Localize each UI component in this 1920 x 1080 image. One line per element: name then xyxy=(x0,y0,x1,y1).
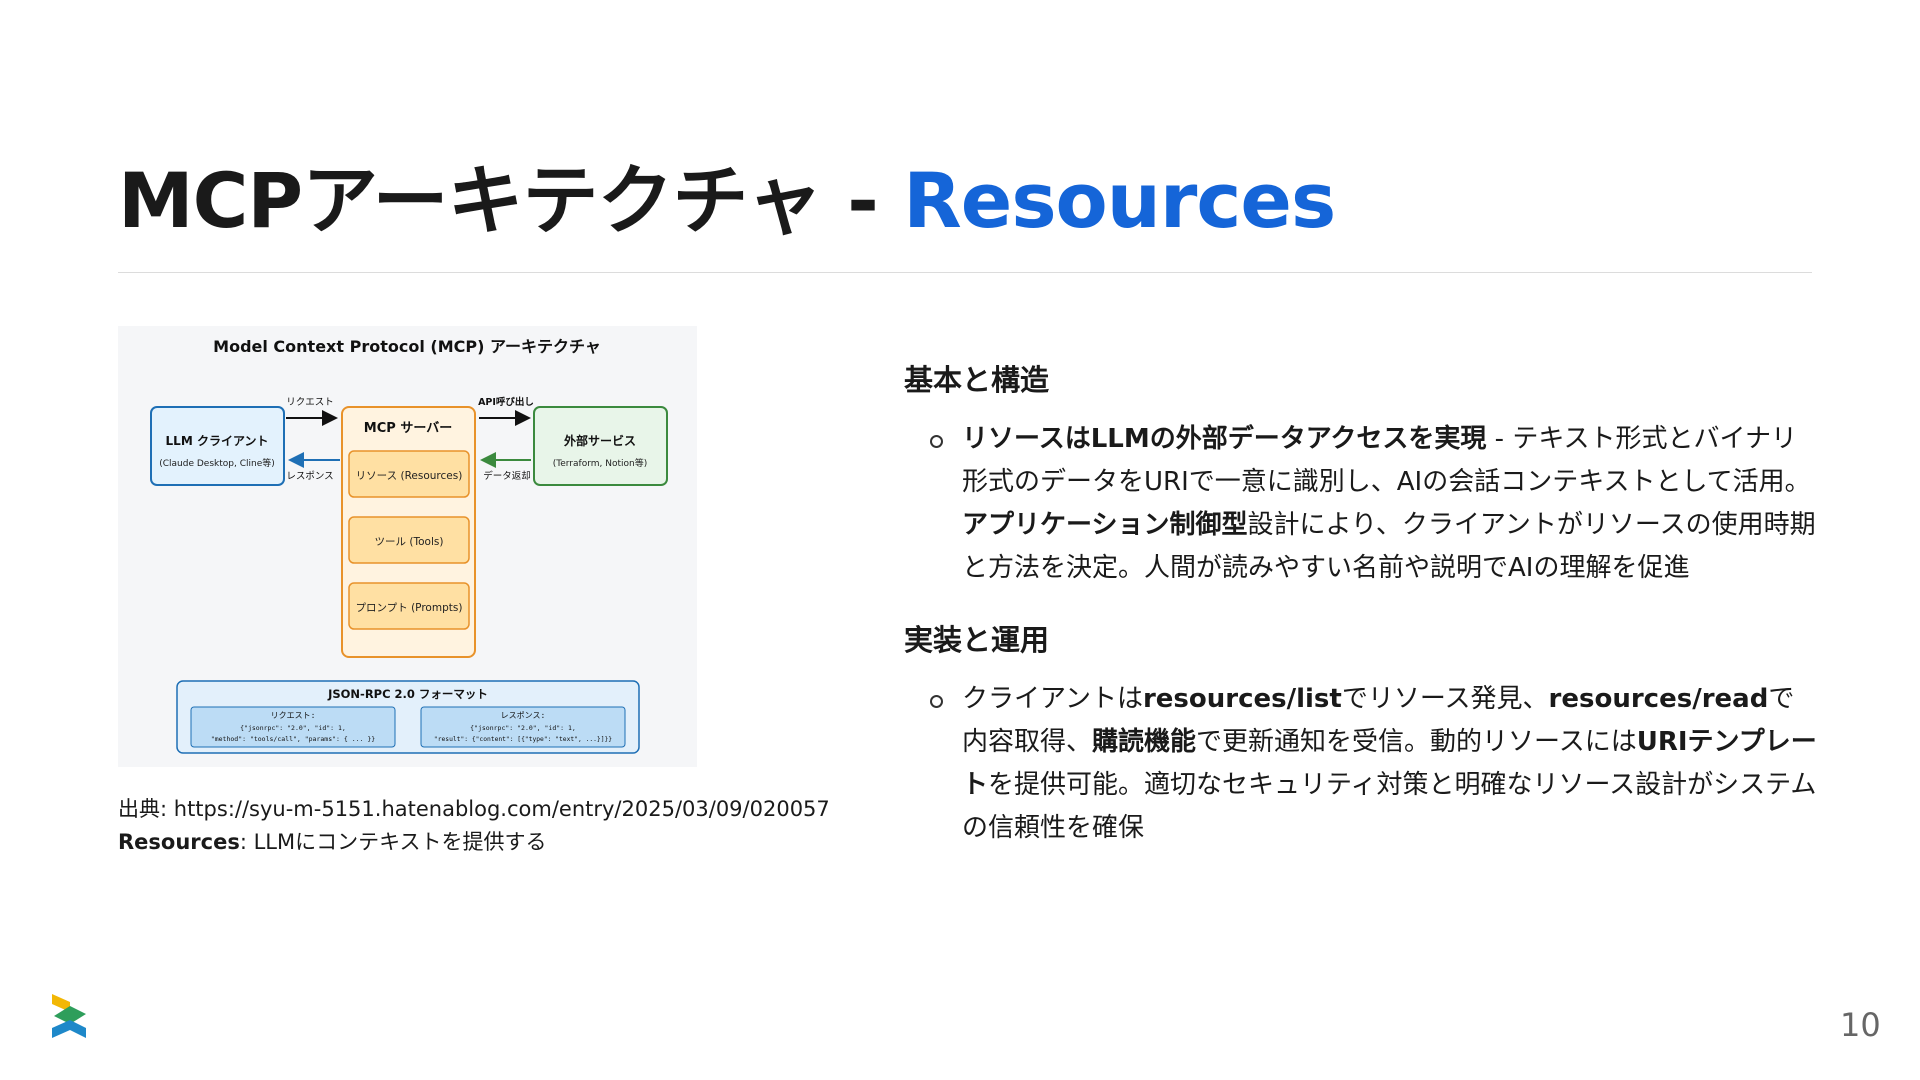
impl-bold-3: 購読機能 xyxy=(1092,727,1197,757)
api-call-label: API呼び出し xyxy=(478,396,534,408)
impl-text-1: クライアントは xyxy=(962,684,1143,714)
section-implementation-list: クライアントはresources/listでリソース発見、resources/r… xyxy=(904,678,1819,850)
caption-resources-line: Resources: LLMにコンテキストを提供する xyxy=(118,826,830,859)
impl-text-5: を提供可能。適切なセキュリティ対策と明確なリソース設計がシステムの信頼性を確保 xyxy=(962,770,1817,843)
mcp-server-title: MCP サーバー xyxy=(364,421,452,436)
jsonrpc-request-line2: "method": "tools/call", "params": { ... … xyxy=(211,735,375,743)
external-subtitle: (Terraform, Notion等) xyxy=(553,457,647,469)
section-heading-basics: 基本と構造 xyxy=(904,363,1050,397)
llm-client-subtitle: (Claude Desktop, Cline等) xyxy=(159,457,275,469)
diagram-title: Model Context Protocol (MCP) アーキテクチャ xyxy=(213,337,601,356)
title-accent: Resources xyxy=(903,156,1336,245)
jsonrpc-response-line2: "result": {"content": [{"type": "text", … xyxy=(434,736,612,743)
request-label: リクエスト xyxy=(286,397,334,408)
llm-client-title: LLM クライアント xyxy=(166,434,269,448)
jsonrpc-request-label: リクエスト: xyxy=(271,711,316,720)
content-column: 基本と構造 リソースはLLMの外部データアクセスを実現 - テキスト形式とバイナ… xyxy=(904,360,1819,850)
page-number: 10 xyxy=(1840,1006,1881,1044)
server-item-prompts: プロンプト (Prompts) xyxy=(356,602,463,614)
title-main: MCPアーキテクチャ - xyxy=(118,156,904,245)
server-item-resources: リソース (Resources) xyxy=(356,470,463,482)
jsonrpc-response-label: レスポンス: xyxy=(501,711,546,720)
caption-source-line: 出典: https://syu-m-5151.hatenablog.com/en… xyxy=(118,793,830,826)
basics-bold-1: リソースはLLMの外部データアクセスを実現 xyxy=(962,424,1487,454)
list-item: リソースはLLMの外部データアクセスを実現 - テキスト形式とバイナリ形式のデー… xyxy=(904,418,1819,590)
impl-text-2: でリソース発見、 xyxy=(1341,684,1549,714)
list-item: クライアントはresources/listでリソース発見、resources/r… xyxy=(904,678,1819,850)
impl-text-4: で更新通知を受信。動的リソースには xyxy=(1196,727,1637,757)
impl-bold-2: resources/read xyxy=(1548,684,1769,714)
caption-source-label: 出典: xyxy=(118,797,174,821)
basics-bold-2: アプリケーション制御型 xyxy=(962,510,1248,540)
slide-title: MCPアーキテクチャ - Resources xyxy=(118,155,1336,246)
architecture-diagram: Model Context Protocol (MCP) アーキテクチャ LLM… xyxy=(118,326,697,767)
caption-source-url: https://syu-m-5151.hatenablog.com/entry/… xyxy=(173,797,830,821)
impl-bold-1: resources/list xyxy=(1142,684,1342,714)
server-item-tools: ツール (Tools) xyxy=(375,536,444,548)
jsonrpc-response-line1: {"jsonrpc": "2.0", "id": 1, xyxy=(470,724,576,732)
section-heading-implementation: 実装と運用 xyxy=(904,623,1050,657)
jsonrpc-request-line1: {"jsonrpc": "2.0", "id": 1, xyxy=(240,724,346,732)
title-divider xyxy=(118,272,1812,273)
external-title: 外部サービス xyxy=(564,433,636,448)
data-return-label: データ返却 xyxy=(483,470,531,482)
jsonrpc-title: JSON-RPC 2.0 フォーマット xyxy=(327,687,488,701)
caption-resources-text: : LLMにコンテキストを提供する xyxy=(239,830,547,854)
caption-resources-label: Resources xyxy=(118,830,240,854)
section-basics-list: リソースはLLMの外部データアクセスを実現 - テキスト形式とバイナリ形式のデー… xyxy=(904,418,1819,590)
brand-logo-icon xyxy=(48,990,88,1044)
figure-caption: 出典: https://syu-m-5151.hatenablog.com/en… xyxy=(118,793,830,859)
response-label: レスポンス xyxy=(286,471,333,482)
